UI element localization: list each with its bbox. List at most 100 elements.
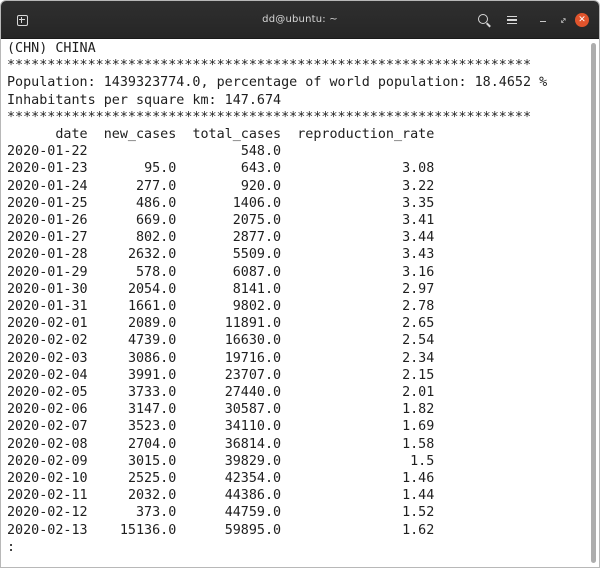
pager-prompt[interactable]: : [7,540,15,555]
table-cell: 30587.0 [224,402,282,418]
table-cell: 59895.0 [224,522,282,538]
table-cell: 2020-02-09 [7,453,88,469]
table-cell: 5509.0 [232,247,282,263]
table-cell: 3.44 [402,230,435,246]
table-cell: 2020-01-30 [7,281,88,297]
terminal-text: (CHN) CHINA ****************************… [1,39,587,556]
table-row: 2020-01-23 95.0 643.0 3.08 [7,161,434,176]
terminal-window: dd@ubuntu: ~ ↔ ✕ (CHN) CHINA ***********… [0,0,600,568]
table-cell: 2.78 [402,299,435,315]
column-header: total_cases [192,127,282,143]
table-row: 2020-01-26 669.0 2075.0 3.41 [7,213,434,228]
title-bar[interactable]: dd@ubuntu: ~ ↔ ✕ [1,1,599,39]
table-header: date new_cases total_cases reproduction_… [7,127,434,142]
table-cell: 920.0 [240,178,282,194]
table-cell: 669.0 [136,213,177,229]
table-cell: 643.0 [240,161,282,177]
table-cell: 2.34 [402,350,435,366]
table-cell: 2020-01-26 [7,213,88,229]
country-header: (CHN) CHINA [7,41,96,56]
table-cell: 2632.0 [127,247,177,263]
table-cell: 2020-02-12 [7,505,88,521]
table-cell: 2020-01-28 [7,247,88,263]
table-cell: 3.43 [402,247,435,263]
table-row: 2020-01-29 578.0 6087.0 3.16 [7,265,434,280]
table-cell: 1.52 [402,505,435,521]
table-row: 2020-02-11 2032.0 44386.0 1.44 [7,488,434,503]
table-cell: 2.54 [402,333,435,349]
table-cell: 3.41 [402,213,435,229]
table-cell: 15136.0 [119,522,177,538]
scrollbar-thumb[interactable] [591,43,596,563]
table-cell: 2020-01-27 [7,230,88,246]
table-cell: 1.69 [402,419,435,435]
table-cell: 11891.0 [224,316,282,332]
table-row: 2020-01-27 802.0 2877.0 3.44 [7,230,434,245]
table-cell: 2020-02-05 [7,385,88,401]
table-row: 2020-02-05 3733.0 27440.0 2.01 [7,385,434,400]
table-cell: 2.15 [402,367,435,383]
table-cell: 23707.0 [224,367,282,383]
minimize-icon [540,20,546,23]
table-cell: 8141.0 [232,281,282,297]
maximize-icon: ↔ [557,14,569,26]
table-cell: 2020-01-31 [7,299,88,315]
table-cell: 1.82 [402,402,435,418]
table-cell: 19716.0 [224,350,282,366]
terminal-output[interactable]: (CHN) CHINA ****************************… [1,39,587,567]
table-cell: 2020-01-25 [7,195,88,211]
column-header: reproduction_rate [297,127,435,143]
table-cell: 2020-01-24 [7,178,88,194]
hamburger-menu-icon [507,15,517,25]
table-cell: 373.0 [136,505,177,521]
table-cell: 1406.0 [232,195,282,211]
table-cell: 2020-02-06 [7,402,88,418]
table-row: 2020-01-28 2632.0 5509.0 3.43 [7,247,434,262]
table-cell: 3523.0 [127,419,177,435]
search-button[interactable] [473,9,495,31]
table-cell: 3147.0 [127,402,177,418]
separator-line: ****************************************… [7,58,532,74]
table-row: 2020-02-03 3086.0 19716.0 2.34 [7,351,434,366]
table-cell: 2020-02-07 [7,419,88,435]
table-cell: 2020-02-04 [7,367,88,383]
table-cell: 486.0 [136,195,177,211]
table-cell: 3.16 [402,264,435,280]
table-cell: 1.44 [402,488,435,504]
density-line: Inhabitants per square km: 147.674 [7,92,282,108]
table-cell: 36814.0 [224,436,282,452]
table-cell: 16630.0 [224,333,282,349]
table-cell: 3.22 [402,178,435,194]
table-cell: 2020-01-23 [7,161,88,177]
table-cell: 2032.0 [127,488,177,504]
scrollbar[interactable] [587,39,599,567]
table-cell: 2020-02-08 [7,436,88,452]
table-cell: 4739.0 [127,333,177,349]
table-row: 2020-02-07 3523.0 34110.0 1.69 [7,419,434,434]
column-header: date [55,127,88,143]
table-cell: 2.97 [402,281,435,297]
table-cell: 44759.0 [224,505,282,521]
search-icon [478,14,488,24]
table-cell: 1661.0 [127,299,177,315]
table-cell: 2020-02-11 [7,488,88,504]
table-cell: 2020-01-29 [7,264,88,280]
table-row: 2020-01-24 277.0 920.0 3.22 [7,179,434,194]
table-cell: 3.08 [402,161,435,177]
table-cell: 2020-02-01 [7,316,88,332]
menu-button[interactable] [501,9,523,31]
table-cell: 2.01 [402,385,435,401]
close-button[interactable]: ✕ [571,9,593,31]
table-row: 2020-02-13 15136.0 59895.0 1.62 [7,523,434,538]
table-row: 2020-01-22 548.0 [7,144,434,159]
table-row: 2020-02-09 3015.0 39829.0 1.5 [7,454,434,469]
table-row: 2020-02-08 2704.0 36814.0 1.58 [7,437,434,452]
column-header: new_cases [103,127,177,143]
minimize-button[interactable] [532,9,554,31]
table-cell: 2020-02-02 [7,333,88,349]
table-row: 2020-02-12 373.0 44759.0 1.52 [7,505,434,520]
table-cell: 578.0 [136,264,177,280]
table-cell: 548.0 [240,144,282,160]
table-cell: 2089.0 [127,316,177,332]
table-row: 2020-02-04 3991.0 23707.0 2.15 [7,368,434,383]
